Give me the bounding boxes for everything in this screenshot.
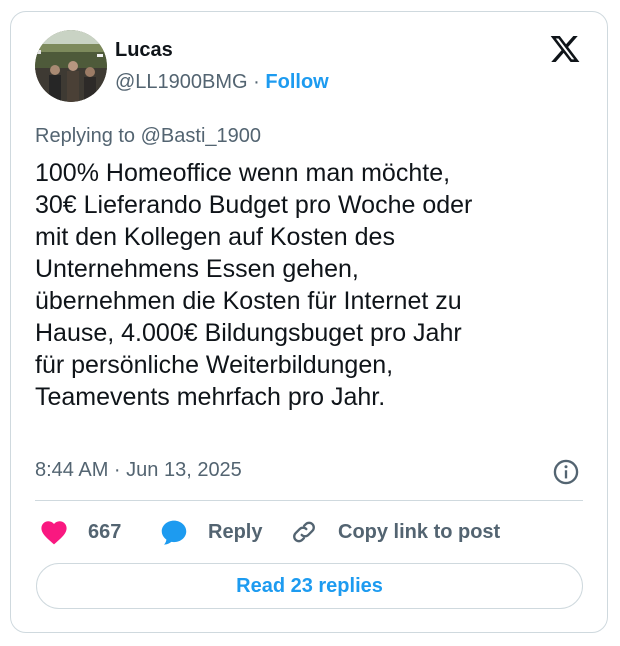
handle-separator: · [253, 71, 260, 93]
reply-label: Reply [208, 520, 263, 543]
post-text-line: übernehmen die Kosten für Internet zu [35, 287, 462, 315]
post-timestamp[interactable]: 8:44 AM · Jun 13, 2025 [35, 458, 242, 482]
copy-link-button[interactable]: Copy link to post [290, 518, 500, 546]
like-count: 667 [88, 520, 122, 543]
x-logo-icon[interactable] [548, 33, 582, 65]
post-text-line: 30€ Lieferando Budget pro Woche oder [35, 191, 473, 219]
post-text-line: 100% Homeoffice wenn man möchte, [35, 159, 451, 187]
post-text-line: mit den Kollegen auf Kosten des [35, 223, 395, 251]
avatar-photo [35, 30, 107, 102]
post-text-line: Teamevents mehrfach pro Jahr. [35, 383, 386, 411]
post-text-line: Unternehmens Essen gehen, [35, 255, 359, 283]
divider [35, 500, 583, 501]
reply-context: Replying to @Basti_1900 [35, 124, 261, 148]
read-replies-button[interactable]: Read 23 replies [36, 563, 583, 609]
post-text-line: für persönliche Weiterbildungen, [35, 351, 394, 379]
avatar[interactable] [35, 30, 107, 102]
copy-link-label: Copy link to post [338, 520, 501, 543]
link-icon [293, 521, 315, 543]
follow-button[interactable]: Follow [265, 71, 328, 93]
author-name[interactable]: Lucas [115, 38, 173, 62]
like-button[interactable]: 667 [40, 518, 121, 546]
reply-mention[interactable]: @Basti_1900 [141, 125, 261, 147]
info-icon[interactable] [552, 458, 580, 486]
post-text: 100% Homeoffice wenn man möchte, 30€ Lie… [35, 157, 580, 413]
post-text-line: Hause, 4.000€ Bildungsbuget pro Jahr [35, 319, 462, 347]
speech-bubble-icon [161, 520, 187, 545]
reply-context-prefix: Replying to [35, 125, 141, 147]
author-handle-row: @LL1900BMG · Follow [115, 70, 329, 94]
heart-icon [41, 521, 67, 545]
read-replies-label: Read 23 replies [236, 574, 383, 597]
reply-button[interactable]: Reply [160, 518, 262, 546]
author-handle[interactable]: @LL1900BMG [115, 71, 248, 93]
